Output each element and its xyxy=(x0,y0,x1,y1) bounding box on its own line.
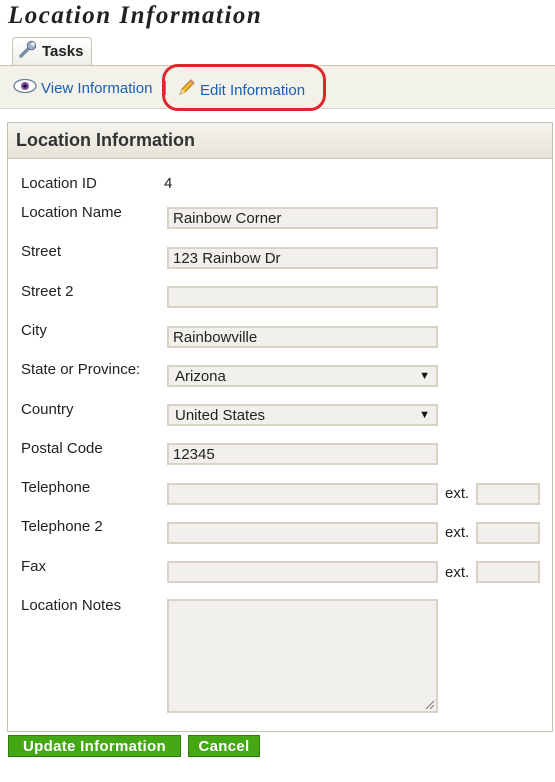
highlight-annotation xyxy=(162,64,326,111)
location-id-label: Location ID xyxy=(21,175,97,192)
telephone-field[interactable] xyxy=(167,483,438,505)
country-select[interactable]: United States ▼ xyxy=(167,404,438,426)
panel-header: Location Information xyxy=(8,123,552,159)
tab-tasks[interactable]: Tasks xyxy=(12,37,92,65)
location-id-value: 4 xyxy=(164,175,173,192)
telephone2-field[interactable] xyxy=(167,522,438,544)
fax-field[interactable] xyxy=(167,561,438,583)
telephone2-ext-field[interactable] xyxy=(476,522,540,544)
fax-ext-label: ext. xyxy=(445,564,470,581)
street2-label: Street 2 xyxy=(21,283,74,300)
location-information-panel: Location Information Location ID 4 Locat… xyxy=(7,122,553,732)
telephone-ext-field[interactable] xyxy=(476,483,540,505)
state-label: State or Province: xyxy=(21,361,141,378)
postal-code-label: Postal Code xyxy=(21,440,103,457)
page-title: Location Information xyxy=(8,2,263,29)
street2-field[interactable] xyxy=(167,286,438,308)
dropdown-arrow-icon: ▼ xyxy=(419,370,430,382)
city-field[interactable] xyxy=(167,326,438,348)
state-select[interactable]: Arizona ▼ xyxy=(167,365,438,387)
state-selected-value: Arizona xyxy=(175,367,226,385)
street-field[interactable] xyxy=(167,247,438,269)
view-information-link[interactable]: View Information xyxy=(13,78,152,99)
location-name-label: Location Name xyxy=(21,204,122,221)
telephone2-label: Telephone 2 xyxy=(21,518,103,535)
wrench-icon xyxy=(18,39,38,64)
telephone-ext-label: ext. xyxy=(445,485,470,502)
tab-label: Tasks xyxy=(42,43,84,60)
eye-icon xyxy=(13,78,37,99)
location-name-field[interactable] xyxy=(167,207,438,229)
telephone2-ext-label: ext. xyxy=(445,524,470,541)
update-information-button[interactable]: Update Information xyxy=(8,735,181,757)
cancel-button[interactable]: Cancel xyxy=(188,735,260,757)
fax-ext-field[interactable] xyxy=(476,561,540,583)
fax-label: Fax xyxy=(21,558,47,575)
resize-grip-icon[interactable] xyxy=(424,699,434,709)
city-label: City xyxy=(21,322,47,339)
country-selected-value: United States xyxy=(175,406,266,424)
dropdown-arrow-icon: ▼ xyxy=(419,409,430,421)
location-notes-textarea[interactable] xyxy=(167,599,438,713)
country-label: Country xyxy=(21,401,74,418)
view-information-label[interactable]: View Information xyxy=(41,80,152,97)
street-label: Street xyxy=(21,243,62,260)
postal-code-field[interactable] xyxy=(167,443,438,465)
telephone-label: Telephone xyxy=(21,479,91,496)
location-notes-label: Location Notes xyxy=(21,597,122,614)
